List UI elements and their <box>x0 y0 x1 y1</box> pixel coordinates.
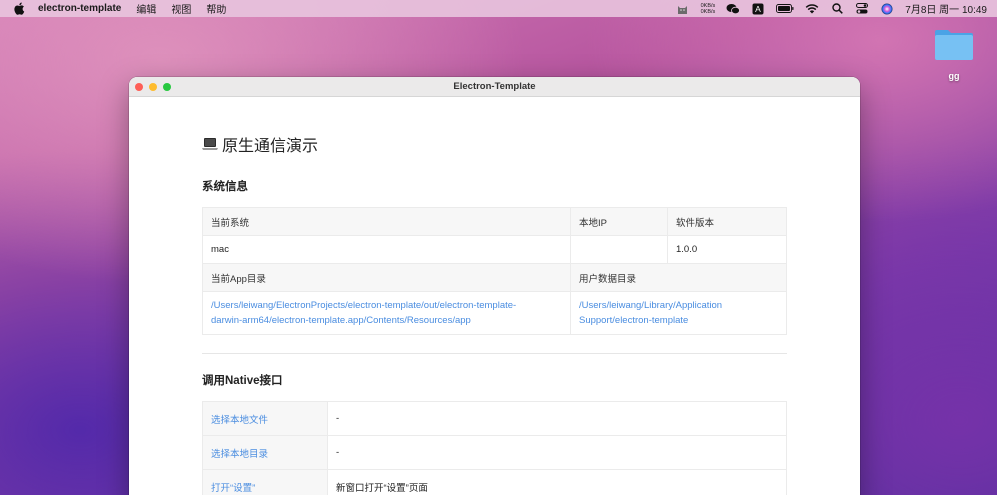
native-api-heading: 调用Native接口 <box>202 375 283 387</box>
table-row: 当前App目录 用户数据目录 <box>202 263 787 292</box>
menu-app-name[interactable]: electron-template <box>38 3 121 14</box>
page-title-text: 原生通信演示 <box>222 138 319 155</box>
input-method-letter: A <box>755 4 761 14</box>
page-title: 原生通信演示 <box>202 132 787 156</box>
laptop-icon <box>202 137 218 151</box>
app-dir-link-line2[interactable]: darwin-arm64/electron-template.app/Conte… <box>211 313 562 328</box>
header-app-dir: 当前App目录 <box>202 263 571 292</box>
table-row: 选择本地文件 - <box>202 401 787 436</box>
user-data-dir-cell: /Users/leiwang/Library/Application Suppo… <box>570 291 787 335</box>
open-settings-link[interactable]: 打开“设置” <box>211 483 255 494</box>
table-row: 当前系统 本地IP 软件版本 <box>202 207 787 236</box>
select-local-file-link[interactable]: 选择本地文件 <box>211 415 268 426</box>
select-local-file-result: - <box>327 401 787 436</box>
native-api-table: 选择本地文件 - 选择本地目录 - 打开“设置” 新窗口打开“设置”页面 <box>202 401 787 495</box>
header-user-data-dir: 用户数据目录 <box>570 263 787 292</box>
page-content: 原生通信演示 系统信息 当前系统 本地IP 软件版本 mac 1.0.0 当前A… <box>129 97 860 495</box>
network-speed[interactable]: 0KB/s 0KB/s <box>701 3 716 15</box>
window-title: Electron-Template <box>453 81 536 92</box>
net-download-speed: 0KB/s <box>700 8 716 15</box>
menu-help[interactable]: 帮助 <box>206 1 226 16</box>
table-row: mac 1.0.0 <box>202 235 787 264</box>
input-method-icon[interactable]: A <box>751 3 765 15</box>
system-info-heading: 系统信息 <box>202 181 248 193</box>
menu-view[interactable]: 视图 <box>171 1 191 16</box>
table-row: 打开“设置” 新窗口打开“设置”页面 <box>202 469 787 495</box>
battery-icon[interactable] <box>776 3 794 15</box>
native-row-label-cell: 打开“设置” <box>202 469 328 495</box>
desktop-folder[interactable]: gg <box>929 28 979 81</box>
apple-icon[interactable] <box>12 2 26 16</box>
value-software-version: 1.0.0 <box>667 235 787 264</box>
app-window: Electron-Template 原生通信演示 系统信息 当前系统 本地IP … <box>129 77 860 495</box>
header-current-system: 当前系统 <box>202 207 571 236</box>
wechat-icon[interactable] <box>726 3 741 15</box>
control-center-icon[interactable] <box>855 3 869 15</box>
search-icon[interactable] <box>830 3 844 15</box>
menu-edit[interactable]: 编辑 <box>136 1 156 16</box>
menubar-clock[interactable]: 7月8日 周一 10:49 <box>905 1 987 16</box>
open-settings-description: 新窗口打开“设置”页面 <box>327 469 787 495</box>
table-row: 选择本地目录 - <box>202 435 787 470</box>
header-local-ip: 本地IP <box>570 207 668 236</box>
window-titlebar[interactable]: Electron-Template <box>129 77 860 97</box>
user-data-dir-link-line1[interactable]: /Users/leiwang/Library/Application <box>579 298 778 313</box>
system-info-table: 当前系统 本地IP 软件版本 mac 1.0.0 当前App目录 用户数据目录 … <box>202 207 787 335</box>
value-current-system: mac <box>202 235 571 264</box>
user-data-dir-link-line2[interactable]: Support/electron-template <box>579 313 778 328</box>
menu-bar: electron-template 编辑 视图 帮助 0KB/s 0KB/s A <box>0 0 997 17</box>
select-local-dir-result: - <box>327 435 787 470</box>
desktop-folder-label: gg <box>948 71 960 81</box>
native-row-label-cell: 选择本地目录 <box>202 435 328 470</box>
section-divider <box>202 353 787 354</box>
select-local-dir-link[interactable]: 选择本地目录 <box>211 449 268 460</box>
wifi-icon[interactable] <box>805 3 819 15</box>
folder-icon <box>933 28 975 62</box>
header-software-version: 软件版本 <box>667 207 787 236</box>
table-row: /Users/leiwang/ElectronProjects/electron… <box>202 291 787 335</box>
native-row-label-cell: 选择本地文件 <box>202 401 328 436</box>
app-dir-link-line1[interactable]: /Users/leiwang/ElectronProjects/electron… <box>211 298 562 313</box>
cat-icon[interactable] <box>676 3 690 15</box>
app-dir-cell: /Users/leiwang/ElectronProjects/electron… <box>202 291 571 335</box>
value-local-ip <box>570 235 668 264</box>
siri-icon[interactable] <box>880 3 894 15</box>
